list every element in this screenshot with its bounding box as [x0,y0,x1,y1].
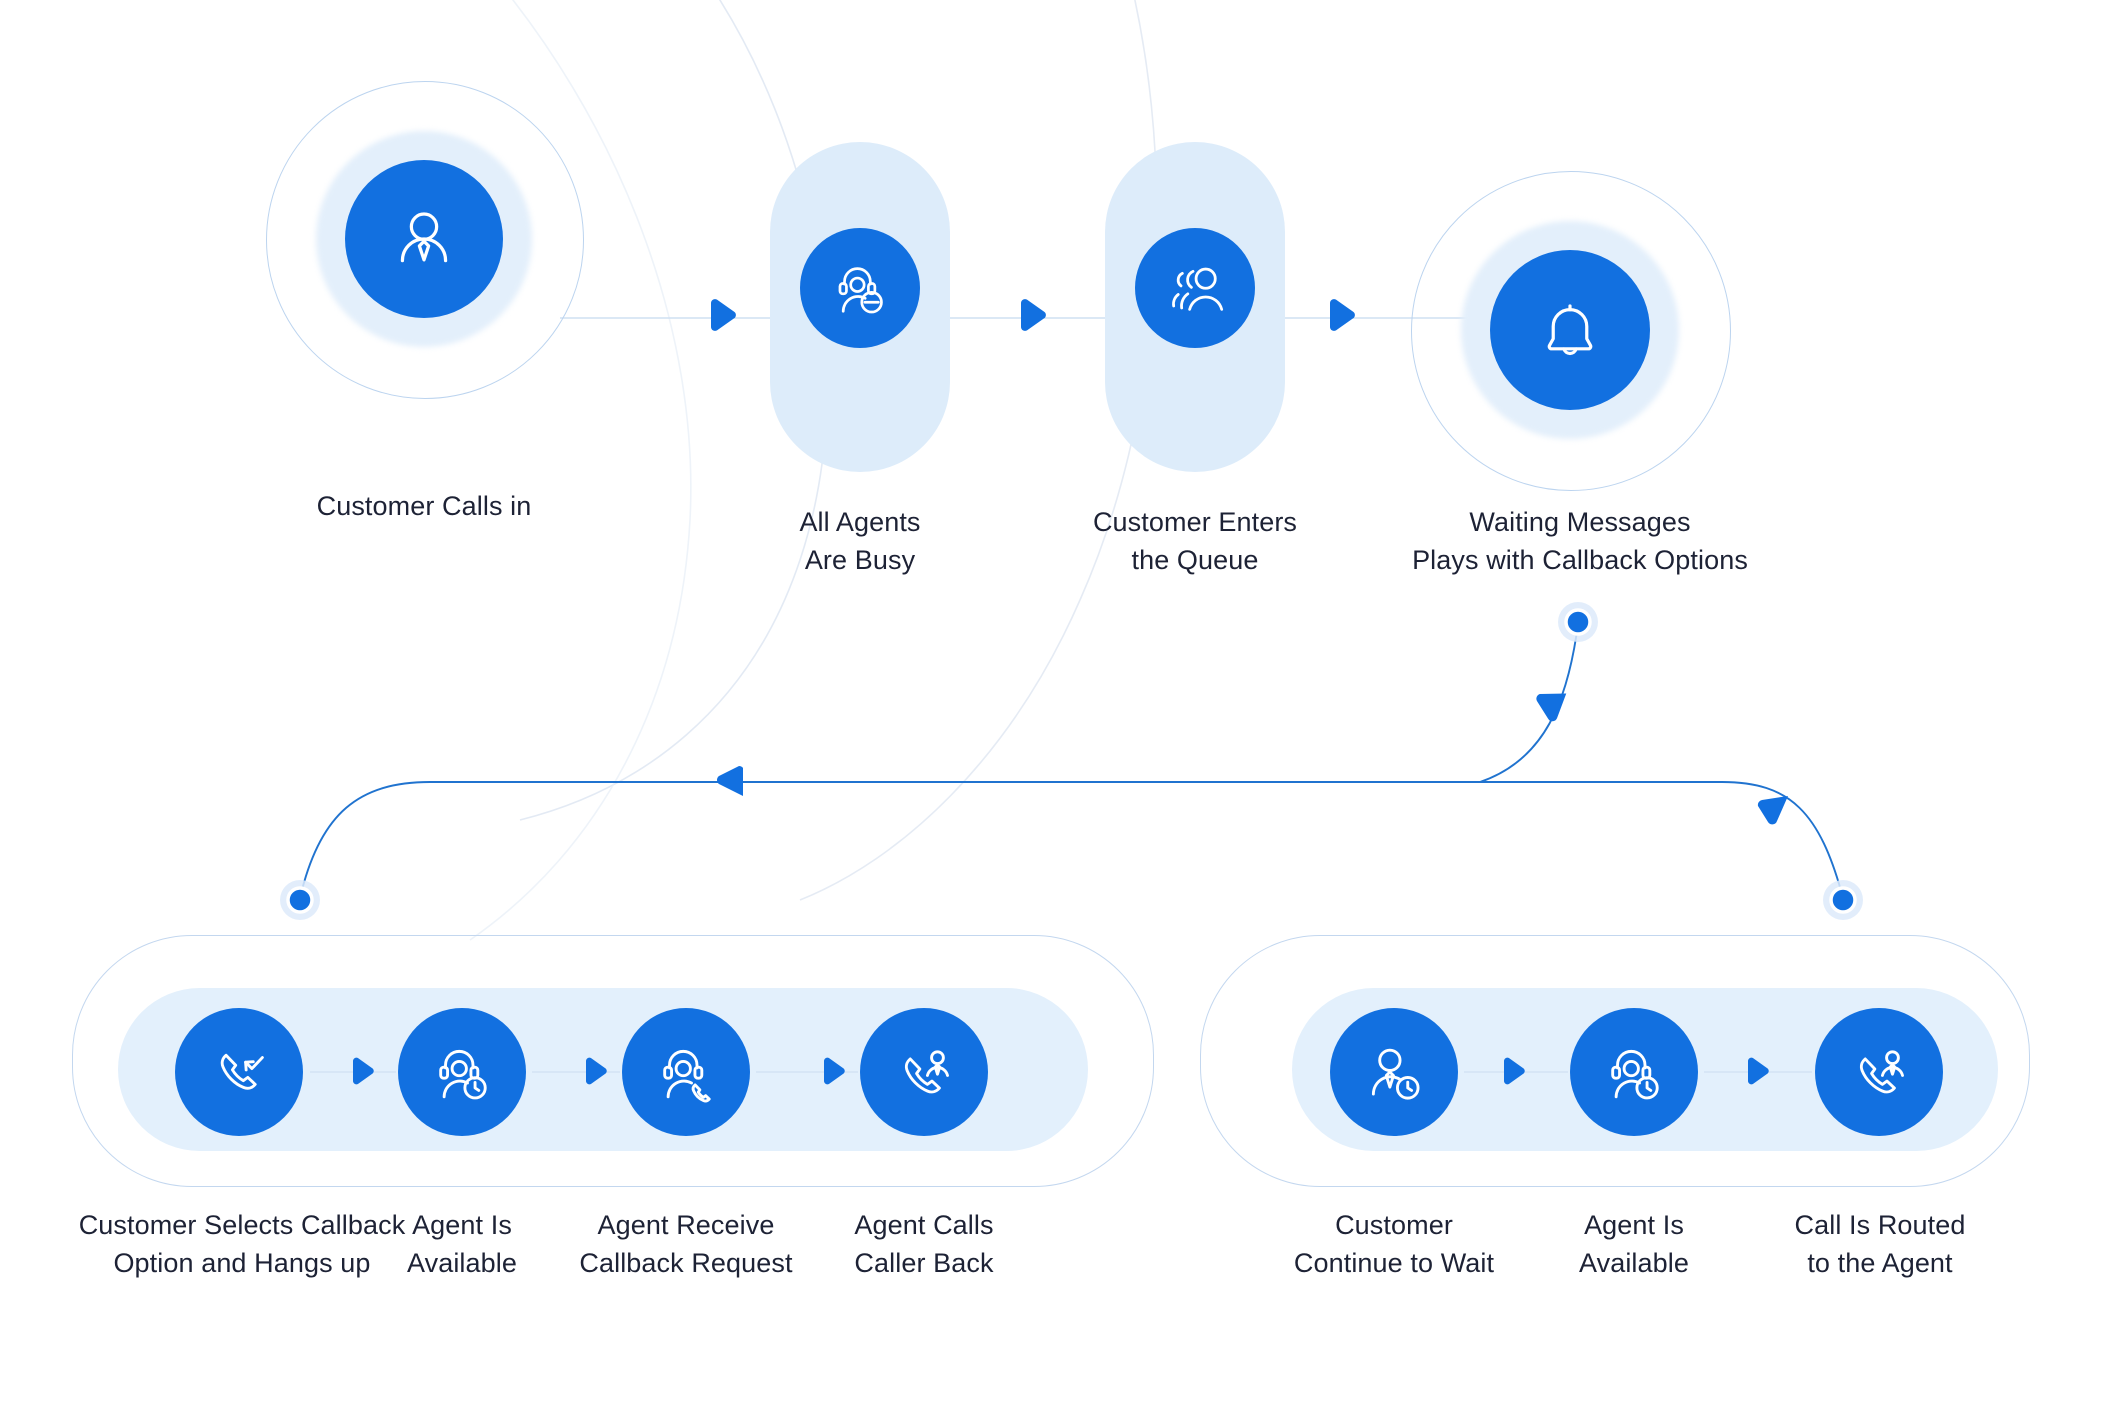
top-arrow-2 [1021,299,1046,331]
person-clock-icon [1330,1008,1458,1136]
arrow-left [716,765,743,796]
branch-arrow-markers [716,693,1788,825]
step-customer-enters-the-queue[interactable] [1135,228,1255,348]
phone-person-icon [1815,1008,1943,1136]
step-customer-calls-in[interactable] [266,81,584,399]
arrow-down-right [1757,796,1788,825]
label-agent-is-available-wait: Agent Is Available [1579,1210,1689,1279]
step-call-is-routed-to-the-agent[interactable] [1815,1008,1943,1136]
people-queue-icon [1135,228,1255,348]
endpoint-dots [286,608,1857,914]
agent-headset-busy-icon [800,228,920,348]
branch-main-path [299,623,1579,899]
step-customer-selects-callback[interactable] [175,1008,303,1136]
label-waiting-messages: Waiting Messages Plays with Callback Opt… [1412,507,1748,576]
label-customer-selects-callback: Customer Selects Callback Option and Han… [78,1210,406,1279]
arrow-up-right [1536,693,1567,722]
step-agent-calls-caller-back[interactable] [860,1008,988,1136]
label-all-agents-are-busy: All Agents Are Busy [799,507,921,576]
label-customer-calls-in: Customer Calls in [316,491,532,521]
person-user-icon [345,160,503,318]
top-arrow-3 [1330,299,1355,331]
label-agent-calls-caller-back: Agent Calls Caller Back [854,1210,994,1279]
bell-notification-icon [1490,250,1650,410]
step-agent-is-available-wait[interactable] [1570,1008,1698,1136]
agent-headset-clock-icon [398,1008,526,1136]
endpoint-glows [280,602,1863,920]
step-customer-continue-to-wait[interactable] [1330,1008,1458,1136]
top-arrow-1 [711,299,736,331]
step-waiting-messages[interactable] [1411,171,1731,491]
phone-callback-arrow-icon [175,1008,303,1136]
phone-person-icon [860,1008,988,1136]
label-agent-is-available-callback: Agent Is Available [407,1210,517,1279]
diagram-canvas: Customer Calls in All Agents Are Busy Cu… [0,0,2127,1418]
label-customer-continue-to-wait: Customer Continue to Wait [1293,1210,1495,1279]
step-agent-receive-callback-request[interactable] [622,1008,750,1136]
label-agent-receive-callback-request: Agent Receive Callback Request [579,1210,793,1279]
label-customer-enters-the-queue: Customer Enters the Queue [1092,507,1298,576]
branch-right-path [1479,781,1844,899]
headset-receiver-icon [622,1008,750,1136]
agent-headset-clock-icon [1570,1008,1698,1136]
step-all-agents-are-busy[interactable] [800,228,920,348]
label-call-is-routed-to-the-agent: Call Is Routed to the Agent [1794,1210,1966,1279]
step-agent-is-available-callback[interactable] [398,1008,526,1136]
